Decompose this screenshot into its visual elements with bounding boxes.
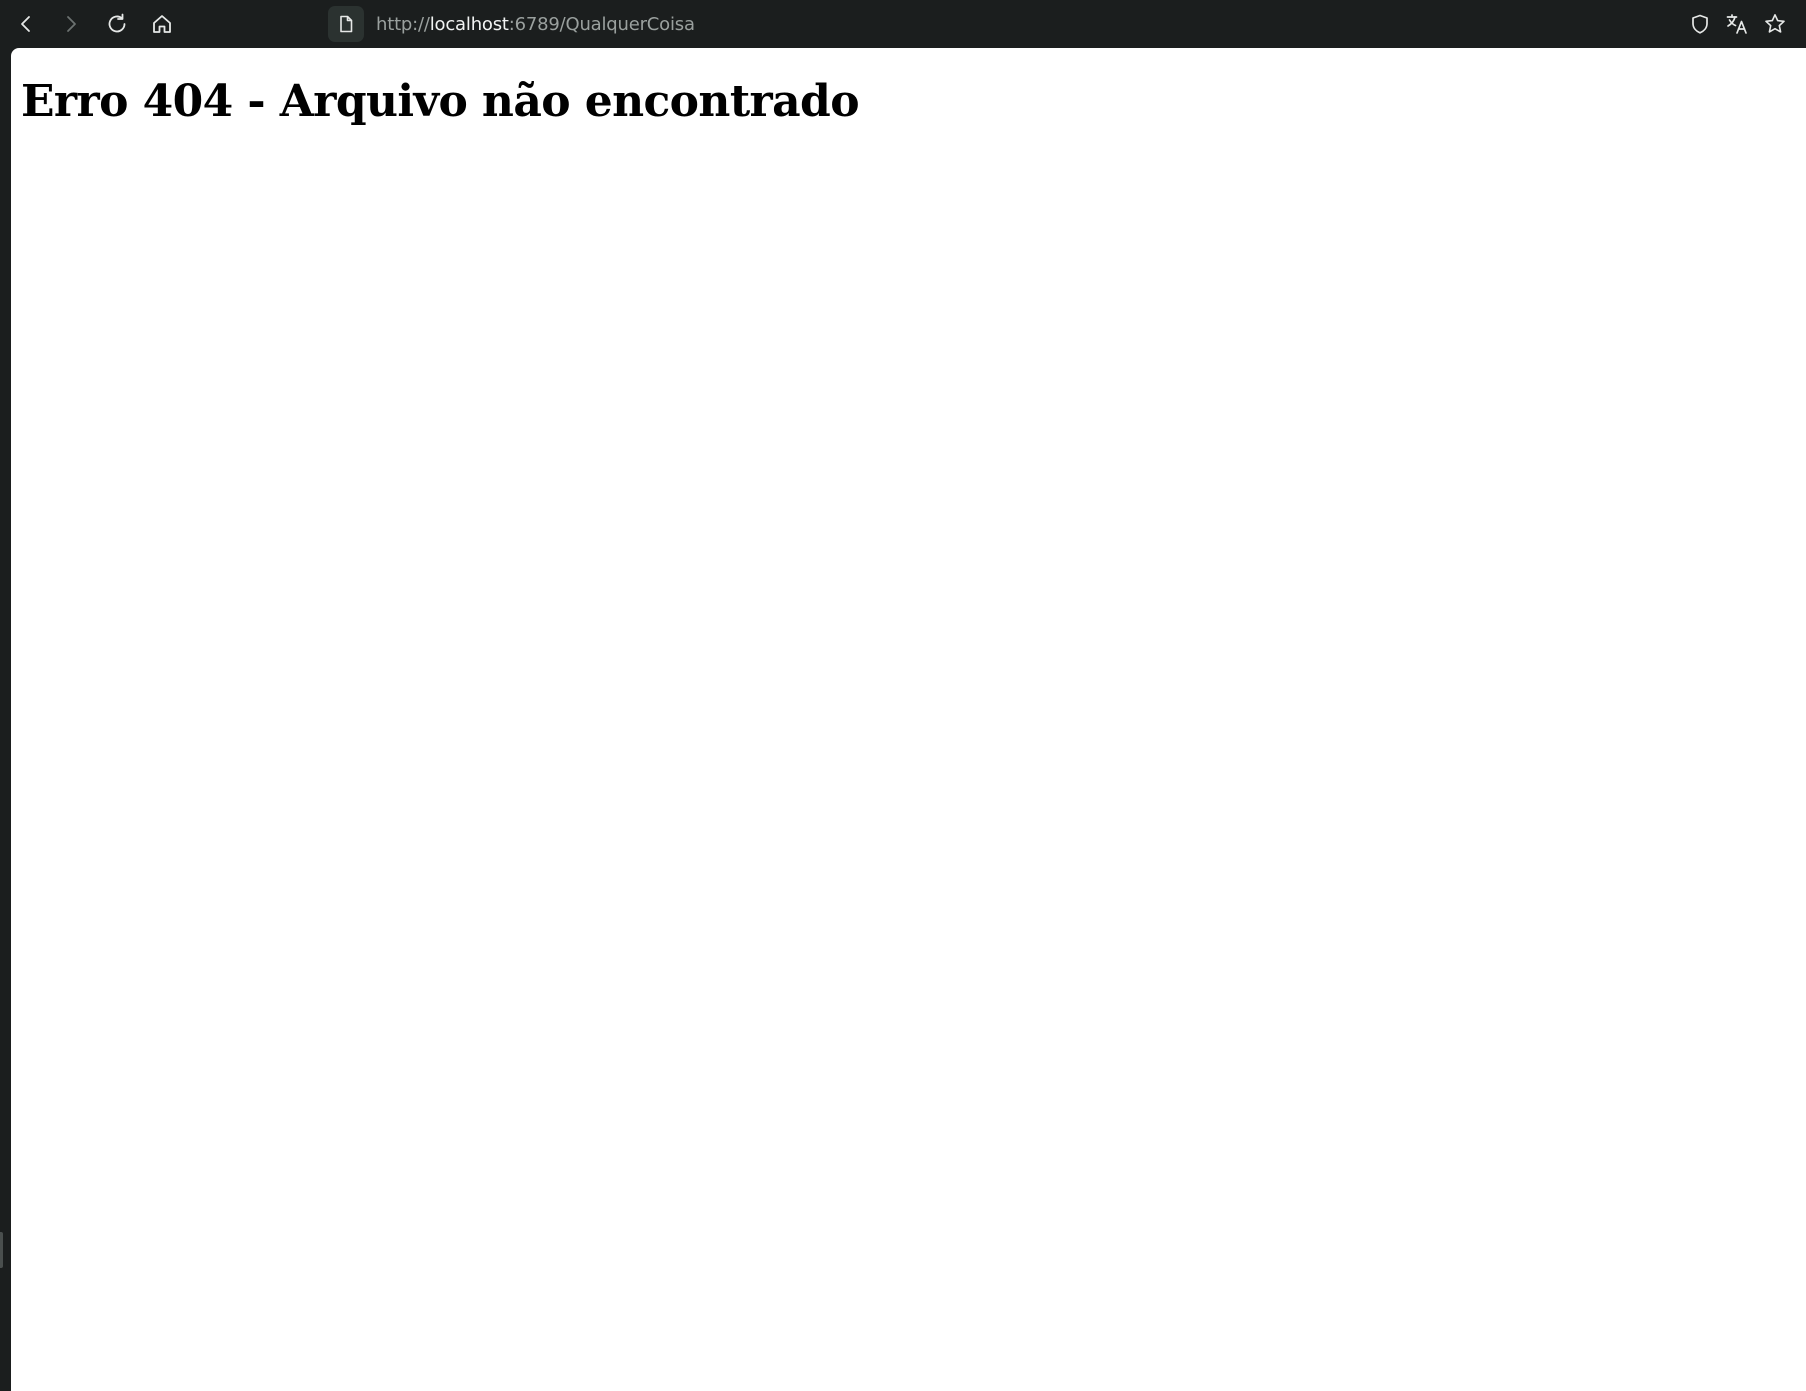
address-bar[interactable]: http://localhost:6789/QualquerCoisa [328,4,1648,44]
star-icon [1765,14,1785,33]
page-content: Erro 404 - Arquivo não encontrado [11,48,1806,1391]
tracking-protection-button[interactable] [1680,4,1720,44]
url-path: :6789/QualquerCoisa [508,13,695,35]
url-text[interactable]: http://localhost:6789/QualquerCoisa [376,14,695,35]
back-button[interactable] [6,4,46,44]
browser-toolbar: http://localhost:6789/QualquerCoisa [0,0,1806,48]
chevron-right-icon [67,16,76,32]
page-title: Erro 404 - Arquivo não encontrado [21,76,860,127]
bookmark-button[interactable] [1755,4,1795,44]
browser-window: http://localhost:6789/QualquerCoisa Erro… [0,0,1806,1391]
site-info-button[interactable] [328,6,364,42]
translate-button[interactable] [1717,4,1757,44]
reload-button[interactable] [97,4,137,44]
translate-icon [1726,14,1747,34]
url-host: localhost [429,13,509,35]
document-icon [340,15,353,33]
home-button[interactable] [142,4,182,44]
shield-icon [1692,14,1708,34]
home-icon [153,15,171,33]
chevron-left-icon [21,16,30,32]
forward-button[interactable] [51,4,91,44]
sidebar-handle[interactable] [0,1232,3,1268]
reload-icon [108,13,126,33]
url-scheme: http:// [376,13,430,35]
